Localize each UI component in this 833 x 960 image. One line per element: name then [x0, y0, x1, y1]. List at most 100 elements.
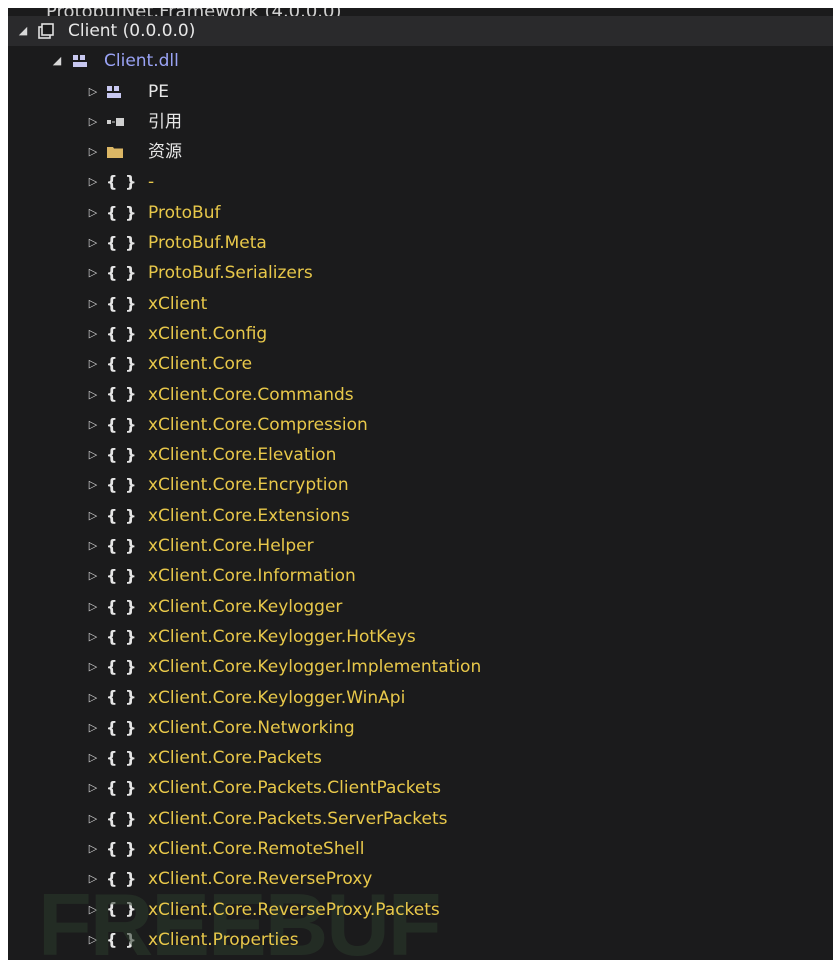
collapsed-toggle-icon[interactable]: ▷	[86, 440, 100, 470]
tree-item-namespace[interactable]: ▷ { } xClient.Core.Encryption	[8, 470, 833, 500]
tree-item-namespace-label: xClient.Core.Keylogger.WinApi	[148, 687, 406, 708]
tree-item-pe-label: PE	[148, 81, 169, 102]
folder-icon	[106, 137, 124, 167]
expanded-toggle-icon[interactable]: ◢	[50, 46, 64, 76]
namespace-icon: { }	[106, 687, 138, 707]
collapsed-toggle-icon[interactable]: ▷	[86, 773, 100, 803]
collapsed-toggle-icon[interactable]: ▷	[86, 77, 100, 107]
tree-item-namespace[interactable]: ▷ { } ProtoBuf	[8, 198, 833, 228]
tree-item-namespace-label: xClient.Core	[148, 354, 253, 375]
collapsed-toggle-icon[interactable]: ▷	[86, 198, 100, 228]
tree-item-namespace-label: xClient	[148, 293, 208, 314]
collapsed-toggle-icon[interactable]: ▷	[86, 622, 100, 652]
tree-item-namespace[interactable]: ▷ { } ProtoBuf.Meta	[8, 228, 833, 258]
tree-item-namespace[interactable]: ▷ { } xClient.Core.Keylogger.HotKeys	[8, 622, 833, 652]
tree-item-namespace[interactable]: ▷ { } xClient.Core.Keylogger	[8, 592, 833, 622]
namespace-icon: { }	[106, 414, 138, 434]
tree-item-namespace-label: xClient.Core.Encryption	[148, 475, 349, 496]
module-icon	[72, 46, 88, 76]
tree-item-namespace[interactable]: ▷ { } -	[8, 167, 833, 197]
namespace-icon: { }	[106, 626, 138, 646]
collapsed-toggle-icon[interactable]: ▷	[86, 258, 100, 288]
collapsed-toggle-icon[interactable]: ▷	[86, 410, 100, 440]
collapsed-toggle-icon[interactable]: ▷	[86, 713, 100, 743]
tree-item-assembly-label: Client (0.0.0.0)	[68, 21, 196, 41]
collapsed-toggle-icon[interactable]: ▷	[86, 592, 100, 622]
tree-item-namespace-label: xClient.Core.ReverseProxy.Packets	[148, 899, 440, 920]
tree-item-namespace-label: xClient.Core.Keylogger.HotKeys	[148, 626, 416, 647]
tree-item-namespace[interactable]: ▷ { } xClient.Core.Commands	[8, 380, 833, 410]
collapsed-toggle-icon[interactable]: ▷	[86, 349, 100, 379]
tree-item-resources[interactable]: ▷ 资源	[8, 137, 833, 167]
collapsed-toggle-icon[interactable]: ▷	[86, 380, 100, 410]
tree-item-namespace-label: xClient.Core.Keylogger	[148, 596, 343, 617]
tree-item-module-label: Client.dll	[104, 51, 179, 72]
tree-item-namespace[interactable]: ▷ { } xClient.Core.Compression	[8, 410, 833, 440]
collapsed-toggle-icon[interactable]: ▷	[86, 531, 100, 561]
collapsed-toggle-icon[interactable]: ▷	[86, 834, 100, 864]
tree-item-namespace-label: xClient.Core.Commands	[148, 384, 354, 405]
tree-item-namespace-label: xClient.Core.Extensions	[148, 505, 350, 526]
tree-item-namespace[interactable]: ▷ { } xClient.Config	[8, 319, 833, 349]
collapsed-toggle-icon[interactable]: ▷	[86, 683, 100, 713]
tree-item-namespace-label: xClient.Config	[148, 323, 268, 344]
collapsed-toggle-icon[interactable]: ▷	[86, 743, 100, 773]
tree-item-references-label: 引用	[148, 111, 182, 132]
namespace-icon: { }	[106, 293, 138, 313]
tree-item-namespace[interactable]: ▷ { } xClient.Core	[8, 349, 833, 379]
namespace-icon: { }	[106, 505, 138, 525]
tree-item-resources-label: 资源	[148, 142, 182, 163]
tree-item-namespace[interactable]: ▷ { } xClient.Core.Packets.ClientPackets	[8, 773, 833, 803]
tree-item-namespace-label: xClient.Core.Packets.ServerPackets	[148, 808, 448, 829]
namespace-icon: { }	[106, 717, 138, 737]
collapsed-toggle-icon[interactable]: ▷	[86, 107, 100, 137]
tree-item-namespace[interactable]: ▷ { } xClient.Core.Keylogger.Implementatio…	[8, 652, 833, 682]
tree-item-namespace[interactable]: ▷ { } xClient.Core.Packets	[8, 743, 833, 773]
collapsed-toggle-icon[interactable]: ▷	[86, 137, 100, 167]
namespace-icon: { }	[106, 657, 138, 677]
tree-item-namespace[interactable]: ▷ { } xClient.Core.Networking	[8, 713, 833, 743]
tree-item-namespace[interactable]: ▷ { } xClient.Core.Information	[8, 561, 833, 591]
clipped-tree-item[interactable]: ProtobufNet.Framework (4.0.0.0)	[8, 8, 833, 16]
tree-item-namespace-label: xClient.Core.Information	[148, 566, 356, 587]
tree-item-namespace-label: xClient.Core.Networking	[148, 717, 355, 738]
namespace-icon: { }	[106, 475, 138, 495]
collapsed-toggle-icon[interactable]: ▷	[86, 804, 100, 834]
tree-item-namespace[interactable]: ▷ { } xClient.Core.Packets.ServerPackets	[8, 804, 833, 834]
tree-item-references[interactable]: ▷ 引用	[8, 107, 833, 137]
namespace-icon: { }	[106, 808, 138, 828]
namespace-icon: { }	[106, 566, 138, 586]
tree-item-namespace-label: xClient.Core.ReverseProxy	[148, 869, 373, 890]
collapsed-toggle-icon[interactable]: ▷	[86, 167, 100, 197]
tree-item-module[interactable]: ◢ Client.dll	[8, 46, 833, 76]
tree-item-namespace[interactable]: ▷ { } xClient.Core.Elevation	[8, 440, 833, 470]
collapsed-toggle-icon[interactable]: ▷	[86, 228, 100, 258]
namespace-icon: { }	[106, 596, 138, 616]
tree-item-pe[interactable]: ▷ PE	[8, 77, 833, 107]
tree-item-namespace[interactable]: ▷ { } xClient.Core.Extensions	[8, 501, 833, 531]
namespace-icon: { }	[106, 172, 138, 192]
namespace-icon: { }	[106, 535, 138, 555]
tree-item-namespace-label: xClient.Core.Packets.ClientPackets	[148, 778, 441, 799]
tree-item-assembly[interactable]: ◢ Client (0.0.0.0)	[8, 16, 833, 47]
collapsed-toggle-icon[interactable]: ▷	[86, 470, 100, 500]
tree-item-namespace-label: ProtoBuf.Meta	[148, 233, 267, 254]
collapsed-toggle-icon[interactable]: ▷	[86, 652, 100, 682]
namespace-icon: { }	[106, 323, 138, 343]
collapsed-toggle-icon[interactable]: ▷	[86, 319, 100, 349]
tree-item-namespace[interactable]: ▷ { } xClient.Core.Helper	[8, 531, 833, 561]
tree-item-namespace[interactable]: ▷ { } xClient.Core.Keylogger.WinApi	[8, 683, 833, 713]
assembly-tree-panel: ProtobufNet.Framework (4.0.0.0) ◢ Client…	[8, 8, 833, 960]
tree-item-namespace[interactable]: ▷ { } xClient.Core.RemoteShell	[8, 834, 833, 864]
tree-item-namespace[interactable]: ▷ { } xClient	[8, 289, 833, 319]
tree-item-namespace[interactable]: ▷ { } ProtoBuf.Serializers	[8, 258, 833, 288]
expanded-toggle-icon[interactable]: ◢	[16, 16, 30, 46]
tree-item-namespace-label: xClient.Core.Compression	[148, 414, 368, 435]
namespace-icon: { }	[106, 445, 138, 465]
collapsed-toggle-icon[interactable]: ▷	[86, 501, 100, 531]
tree-item-namespace-label: xClient.Properties	[148, 929, 299, 950]
references-icon	[106, 107, 126, 137]
collapsed-toggle-icon[interactable]: ▷	[86, 289, 100, 319]
collapsed-toggle-icon[interactable]: ▷	[86, 561, 100, 591]
assembly-icon	[38, 16, 54, 46]
